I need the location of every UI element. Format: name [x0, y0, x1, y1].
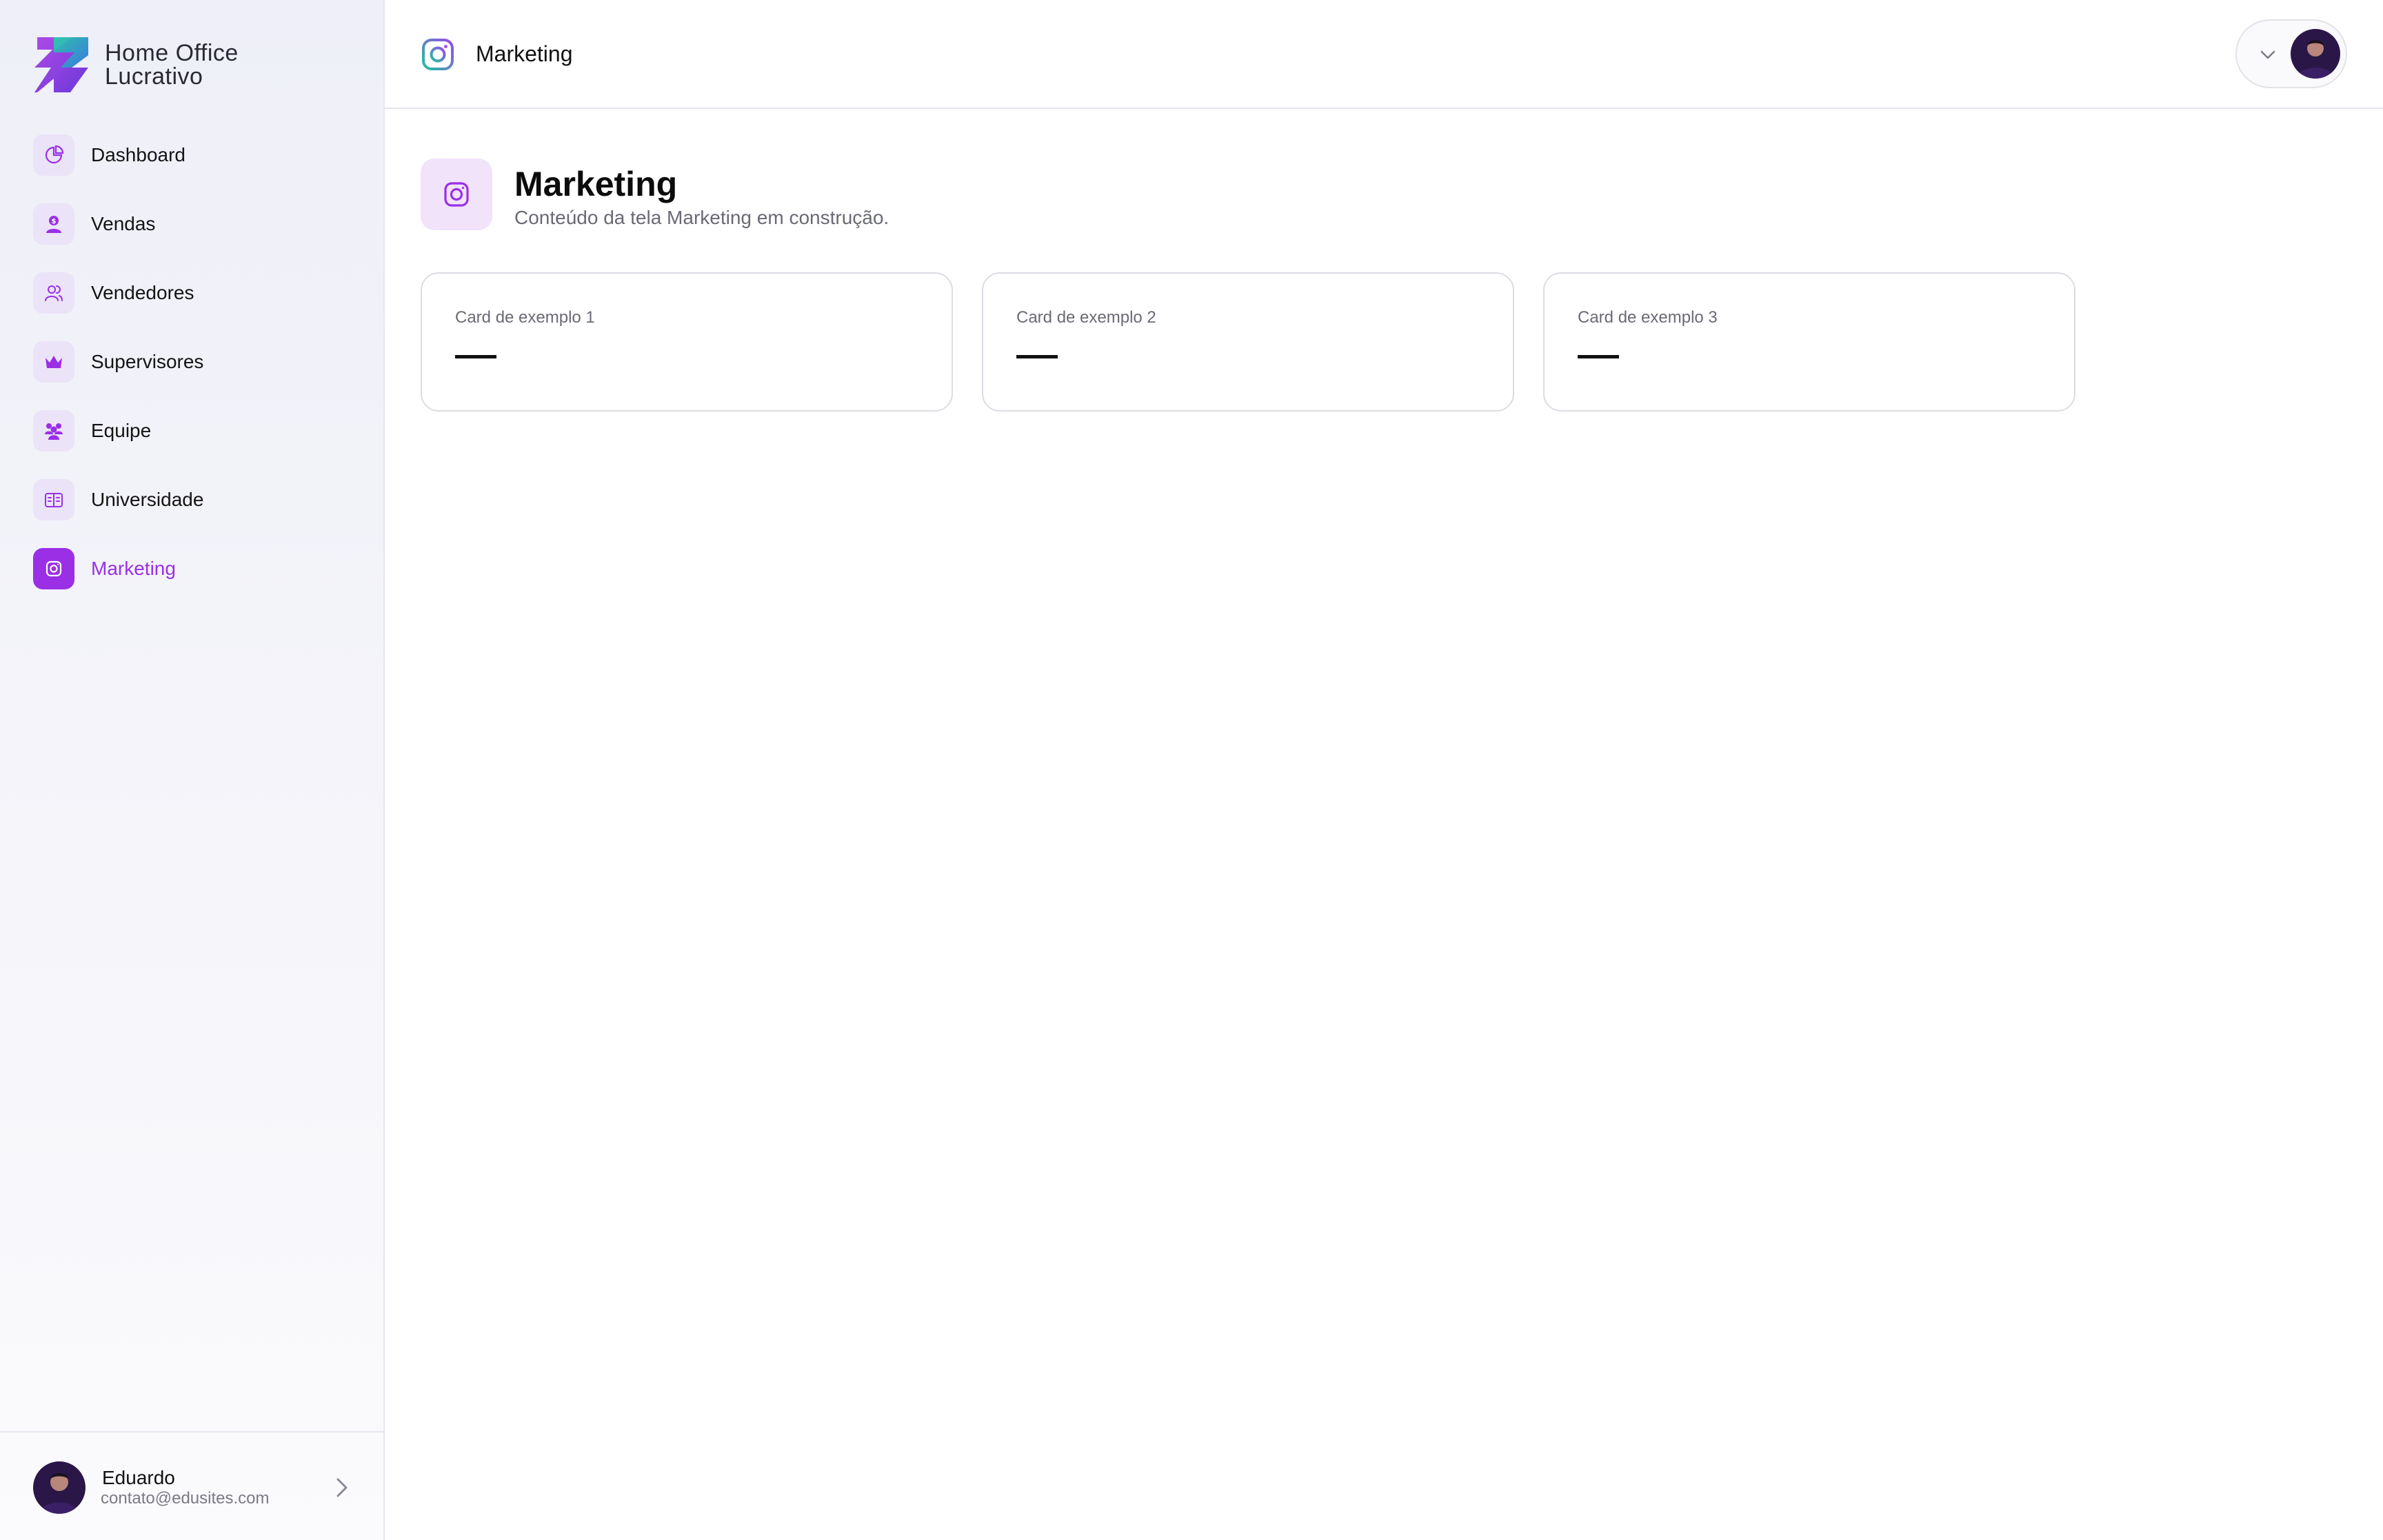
brand-logo-icon — [34, 37, 88, 92]
svg-text:$: $ — [52, 218, 57, 225]
example-card: Card de exemplo 1 — [421, 272, 953, 412]
sales-person-icon: $ — [33, 203, 74, 245]
brand-line-1: Home Office — [105, 40, 239, 66]
card-value-placeholder — [455, 355, 496, 358]
users-icon — [33, 272, 74, 314]
sidebar-item-marketing[interactable]: Marketing — [33, 548, 357, 589]
brand[interactable]: Home Office Lucrativo — [33, 36, 239, 94]
sidebar-item-label: Dashboard — [91, 144, 185, 165]
chevron-down-icon — [2260, 50, 2275, 59]
sidebar-item-label: Universidade — [91, 489, 204, 510]
sidebar-item-vendas[interactable]: $ Vendas — [33, 203, 357, 245]
avatar — [33, 1461, 86, 1514]
user-profile[interactable]: Eduardo contato@edusites.com — [0, 1431, 383, 1540]
topbar-title: Marketing — [476, 41, 573, 66]
page-subtitle: Conteúdo da tela Marketing em construção… — [514, 207, 889, 228]
book-icon — [33, 479, 74, 520]
app-root: Home Office Lucrativo Dashboard $ Vendas… — [0, 0, 2383, 1540]
instagram-icon — [33, 548, 74, 589]
instagram-icon — [421, 159, 492, 230]
sidebar: Home Office Lucrativo Dashboard $ Vendas… — [0, 0, 385, 1540]
example-card: Card de exemplo 2 — [982, 272, 1514, 412]
sidebar-nav: Dashboard $ Vendas Vendedores Supervisor… — [33, 134, 357, 617]
brand-name: Home Office Lucrativo — [105, 41, 239, 88]
sidebar-item-universidade[interactable]: Universidade — [33, 479, 357, 520]
user-name: Eduardo — [102, 1467, 175, 1488]
example-card: Card de exemplo 3 — [1543, 272, 2075, 412]
team-icon — [33, 410, 74, 452]
user-email: contato@edusites.com — [101, 1489, 270, 1508]
card-value-placeholder — [1578, 355, 1619, 358]
card-value-placeholder — [1016, 355, 1058, 358]
sidebar-item-label: Equipe — [91, 420, 152, 441]
sidebar-item-dashboard[interactable]: Dashboard — [33, 134, 357, 176]
user-menu-button[interactable] — [2235, 19, 2347, 88]
chevron-right-icon[interactable] — [330, 1474, 353, 1501]
cards-row: Card de exemplo 1 Card de exemplo 2 Card… — [421, 272, 2104, 412]
brand-line-2: Lucrativo — [105, 63, 203, 90]
card-label: Card de exemplo 1 — [455, 308, 595, 327]
card-label: Card de exemplo 2 — [1016, 308, 1156, 327]
sidebar-item-supervisores[interactable]: Supervisores — [33, 341, 357, 383]
sidebar-item-label: Marketing — [91, 558, 176, 579]
card-label: Card de exemplo 3 — [1578, 308, 1718, 327]
avatar — [2291, 29, 2340, 79]
sidebar-item-equipe[interactable]: Equipe — [33, 410, 357, 452]
instagram-icon — [422, 39, 454, 70]
sidebar-item-label: Vendas — [91, 213, 156, 234]
sidebar-item-label: Vendedores — [91, 282, 194, 303]
sidebar-item-label: Supervisores — [91, 351, 204, 372]
topbar: Marketing — [385, 0, 2383, 109]
sidebar-item-vendedores[interactable]: Vendedores — [33, 272, 357, 314]
chart-pie-icon — [33, 134, 74, 176]
page-title: Marketing — [514, 165, 678, 203]
crown-icon — [33, 341, 74, 383]
